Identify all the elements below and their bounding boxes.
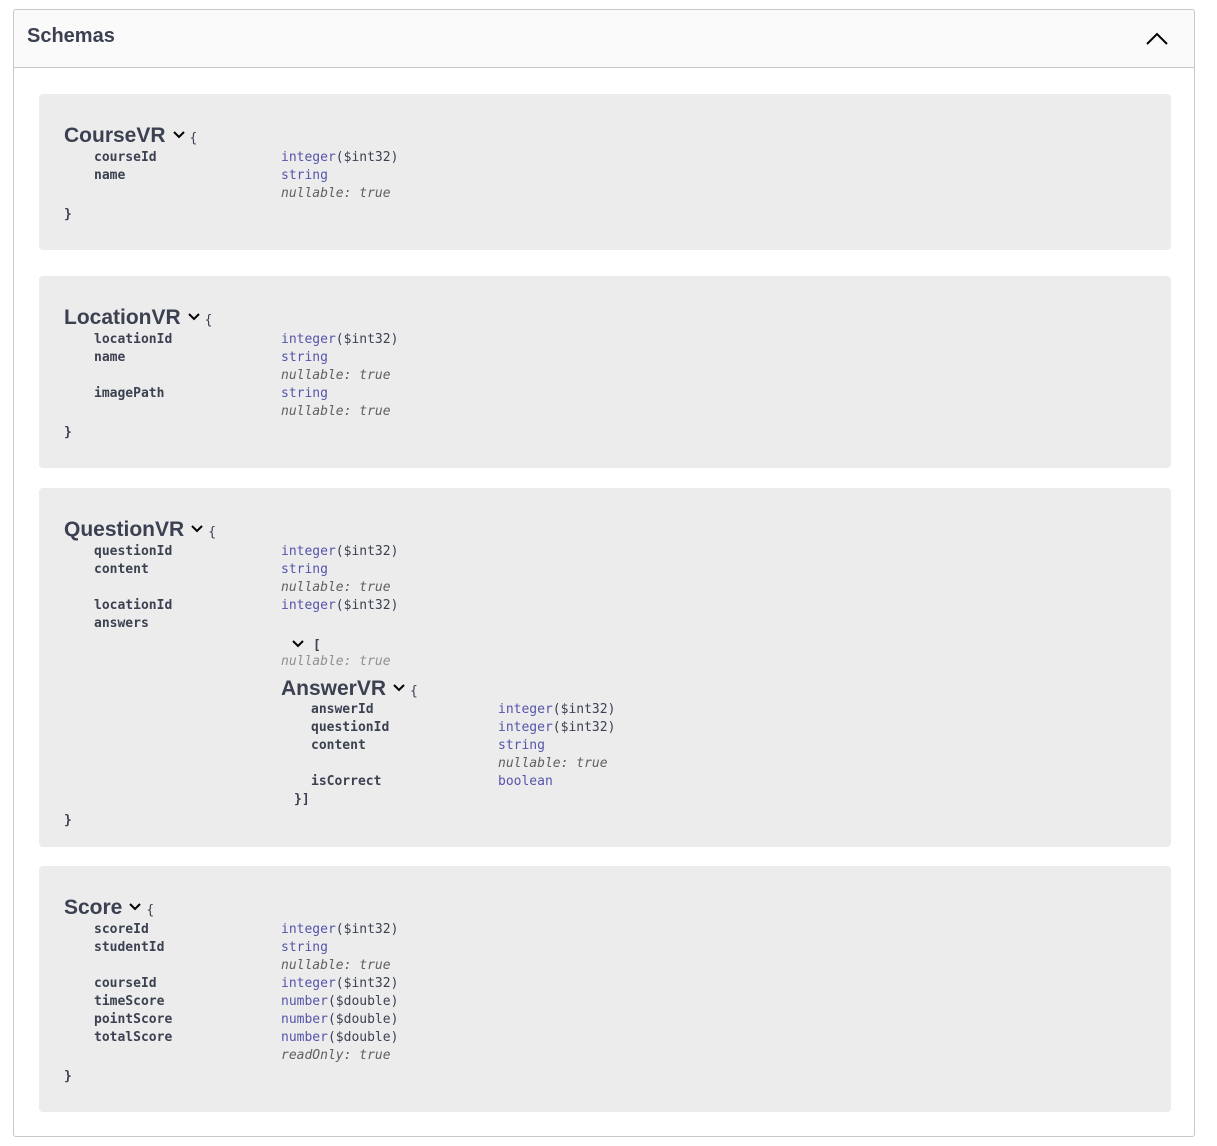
open-brace: {: [410, 684, 418, 699]
property-name: locationId: [94, 598, 173, 613]
property-name: questionId: [311, 720, 390, 735]
open-brace: {: [208, 525, 217, 540]
property-meta: nullable: true: [281, 368, 391, 383]
property-name: name: [94, 350, 126, 365]
property-type: integer($int32): [281, 332, 399, 347]
property-meta: readOnly: true: [281, 1048, 391, 1063]
chevron-down-icon[interactable]: [291, 636, 305, 654]
model-name[interactable]: AnswerVR: [281, 677, 386, 700]
property-name: questionId: [94, 544, 173, 559]
model-coursevr: CourseVR{ courseId integer($int32) name …: [39, 94, 1171, 250]
property-name: courseId: [94, 150, 157, 165]
chevron-down-icon[interactable]: [128, 899, 142, 917]
schemas-section: Schemas CourseVR { courseId integer($int3…: [13, 9, 1195, 1137]
property-name: content: [94, 562, 149, 577]
open-brace: {: [146, 903, 155, 918]
property-type: integer($int32): [281, 544, 399, 559]
array-meta: nullable: true: [281, 654, 391, 669]
property-name: content: [311, 738, 366, 753]
property-meta: nullable: true: [281, 186, 391, 201]
open-brace: {: [204, 313, 213, 328]
array-toggle[interactable]: [: [291, 636, 321, 654]
property-type: string: [281, 386, 328, 401]
array-close: }]: [294, 792, 310, 807]
chevron-down-icon[interactable]: [187, 309, 201, 327]
model-locationvr: LocationVR { locationId integer($int32) n…: [39, 276, 1171, 468]
property-type: integer($int32): [281, 976, 399, 991]
property-type: number($double): [281, 1012, 399, 1027]
model-name[interactable]: CourseVR: [64, 124, 166, 147]
property-type: string: [498, 738, 545, 753]
model-name[interactable]: LocationVR: [64, 306, 181, 329]
property-type: number($double): [281, 1030, 399, 1045]
property-name: name: [94, 168, 126, 183]
section-title: Schemas: [27, 25, 115, 47]
close-brace: }: [64, 813, 72, 828]
nested-model-title: AnswerVR {: [281, 677, 418, 703]
property-meta: nullable: true: [281, 958, 391, 973]
chevron-down-icon[interactable]: [190, 521, 204, 539]
close-brace: }: [64, 1069, 72, 1084]
property-type: string: [281, 940, 328, 955]
chevron-up-icon[interactable]: [1142, 24, 1172, 54]
close-brace: }: [64, 425, 72, 440]
model-title: CourseVR {: [64, 124, 197, 150]
property-meta: nullable: true: [281, 404, 391, 419]
model-questionvr: QuestionVR { questionId integer($int32) c…: [39, 488, 1171, 847]
property-name: courseId: [94, 976, 157, 991]
property-type: string: [281, 350, 328, 365]
chevron-down-icon[interactable]: [172, 127, 186, 145]
property-meta: nullable: true: [281, 580, 391, 595]
property-name: pointScore: [94, 1012, 173, 1027]
model-title: Score {: [64, 896, 154, 922]
property-type: string: [281, 168, 328, 183]
property-type: integer($int32): [498, 702, 616, 717]
property-name: timeScore: [94, 994, 165, 1009]
property-name: answerId: [311, 702, 374, 717]
property-name: answers: [94, 616, 149, 631]
chevron-down-icon[interactable]: [392, 680, 406, 698]
model-name[interactable]: QuestionVR: [64, 518, 184, 541]
model-score: Score { scoreId integer($int32) studentId…: [39, 866, 1171, 1112]
property-type: integer($int32): [281, 598, 399, 613]
model-title: QuestionVR {: [64, 518, 216, 544]
close-brace: }: [64, 207, 72, 222]
property-name: locationId: [94, 332, 173, 347]
array-open-bracket: [: [313, 638, 321, 654]
property-type: string: [281, 562, 328, 577]
property-name: scoreId: [94, 922, 149, 937]
model-name[interactable]: Score: [64, 896, 122, 919]
property-type: integer($int32): [281, 150, 399, 165]
property-name: studentId: [94, 940, 165, 955]
model-title: LocationVR {: [64, 306, 213, 332]
property-type: boolean: [498, 774, 553, 789]
property-name: totalScore: [94, 1030, 173, 1045]
property-name: imagePath: [94, 386, 165, 401]
property-name: isCorrect: [311, 774, 382, 789]
property-type: integer($int32): [281, 922, 399, 937]
open-brace: {: [189, 131, 198, 146]
property-type: number($double): [281, 994, 399, 1009]
property-type: integer($int32): [498, 720, 616, 735]
property-meta: nullable: true: [498, 756, 608, 771]
schemas-header[interactable]: Schemas: [14, 10, 1194, 68]
